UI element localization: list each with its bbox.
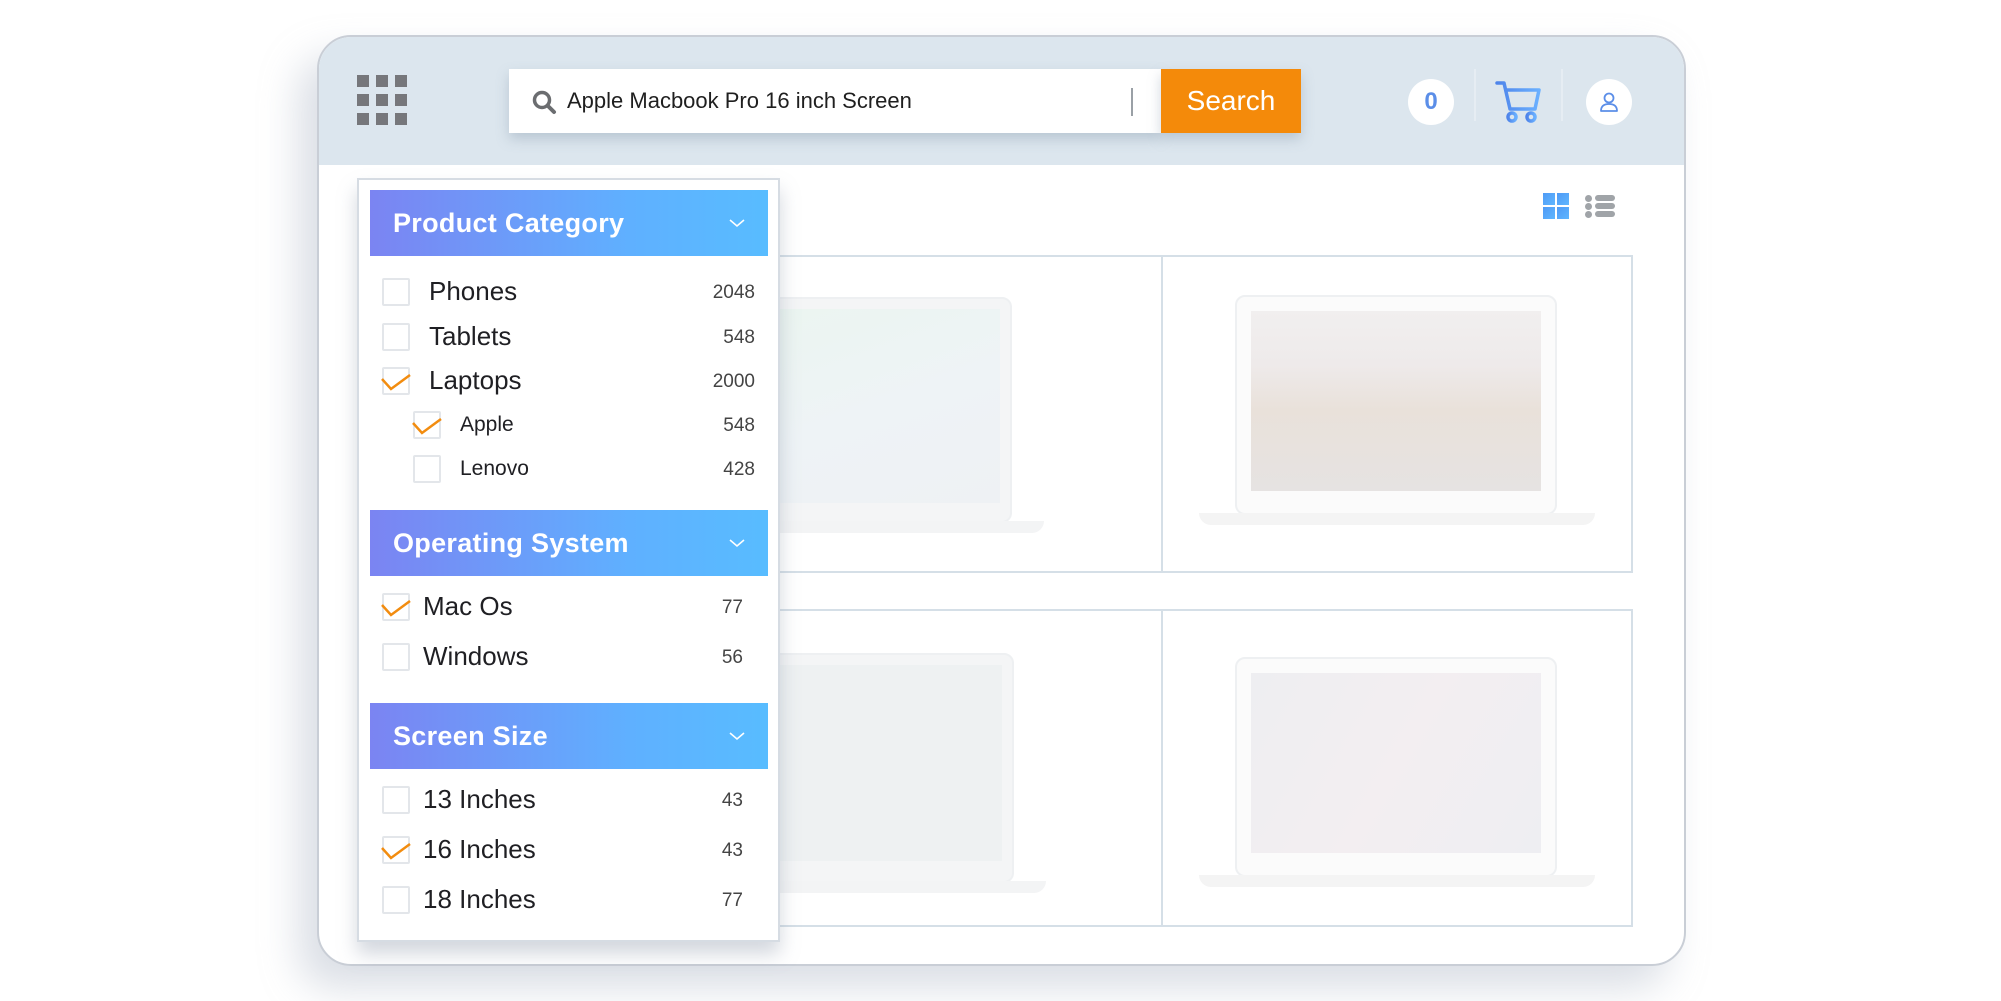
option-label: 18 Inches bbox=[423, 884, 536, 914]
option-count: 548 bbox=[723, 415, 755, 436]
option-count: 56 bbox=[721, 647, 743, 668]
option-label: 13 Inches bbox=[423, 784, 536, 814]
option-label: Apple bbox=[460, 413, 514, 436]
notification-count-badge[interactable]: 0 bbox=[1408, 79, 1454, 125]
filter-option-windows[interactable]: Windows 56 bbox=[359, 637, 782, 677]
product-image bbox=[734, 611, 1202, 925]
option-count: 77 bbox=[721, 597, 743, 618]
checkmark-icon bbox=[381, 842, 411, 860]
search-box bbox=[509, 69, 1161, 133]
product-card[interactable] bbox=[732, 255, 1204, 573]
user-account-button[interactable] bbox=[1586, 79, 1632, 125]
checkbox[interactable] bbox=[382, 323, 410, 351]
checkmark-icon bbox=[412, 417, 442, 435]
search-input[interactable] bbox=[567, 69, 1147, 133]
option-label: Laptops bbox=[429, 365, 522, 395]
filter-title: Operating System bbox=[393, 527, 629, 558]
filter-panel: Product Category Phones 2048 Tablets 548… bbox=[357, 178, 780, 942]
filter-option-lenovo[interactable]: Lenovo 428 bbox=[359, 449, 782, 489]
checkbox[interactable] bbox=[382, 886, 410, 914]
option-count: 428 bbox=[723, 459, 755, 480]
user-icon bbox=[1600, 92, 1618, 112]
product-image bbox=[734, 257, 1202, 571]
option-count: 77 bbox=[721, 890, 743, 911]
product-image bbox=[1163, 257, 1631, 571]
checkbox[interactable] bbox=[382, 786, 410, 814]
search-icon bbox=[532, 90, 556, 114]
filter-title: Screen Size bbox=[393, 720, 548, 751]
grid-view-toggle[interactable] bbox=[1543, 193, 1569, 219]
apps-menu-button[interactable] bbox=[357, 75, 409, 127]
checkbox-checked[interactable] bbox=[412, 411, 442, 439]
filter-option-phones[interactable]: Phones 2048 bbox=[359, 272, 782, 312]
chevron-down-icon bbox=[729, 539, 745, 548]
text-caret bbox=[1131, 88, 1133, 116]
checkbox[interactable] bbox=[413, 455, 441, 483]
option-count: 2048 bbox=[712, 282, 755, 303]
option-count: 43 bbox=[721, 790, 743, 811]
list-view-toggle[interactable] bbox=[1585, 193, 1615, 219]
filter-header-product-category[interactable]: Product Category bbox=[370, 190, 768, 256]
option-label: Phones bbox=[429, 276, 518, 306]
filter-header-operating-system[interactable]: Operating System bbox=[370, 510, 768, 576]
checkmark-icon bbox=[381, 599, 411, 617]
divider bbox=[1561, 69, 1563, 121]
option-label: Windows bbox=[423, 641, 529, 671]
option-label: Mac Os bbox=[423, 591, 513, 621]
filter-option-tablets[interactable]: Tablets 548 bbox=[359, 317, 782, 357]
product-image bbox=[1163, 611, 1631, 925]
product-card[interactable] bbox=[732, 609, 1204, 927]
divider bbox=[1474, 69, 1476, 121]
checkbox-checked[interactable] bbox=[381, 836, 411, 864]
checkmark-icon bbox=[381, 373, 411, 391]
checkbox[interactable] bbox=[382, 278, 410, 306]
product-card[interactable] bbox=[1161, 255, 1633, 573]
filter-option-13-inches[interactable]: 13 Inches 43 bbox=[359, 780, 782, 820]
filter-title: Product Category bbox=[393, 207, 625, 238]
filter-option-laptops[interactable]: Laptops 2000 bbox=[359, 361, 782, 401]
checkbox[interactable] bbox=[382, 643, 410, 671]
top-bar: Search 0 bbox=[319, 37, 1684, 165]
option-count: 43 bbox=[721, 840, 743, 861]
product-card[interactable] bbox=[1161, 609, 1633, 927]
option-count: 2000 bbox=[712, 371, 755, 392]
filter-header-screen-size[interactable]: Screen Size bbox=[370, 703, 768, 769]
checkbox-checked[interactable] bbox=[381, 593, 411, 621]
option-count: 548 bbox=[723, 327, 755, 348]
chevron-down-icon bbox=[729, 219, 745, 228]
grid-view-icon bbox=[1543, 193, 1569, 219]
checkbox-checked[interactable] bbox=[381, 367, 411, 395]
filter-option-16-inches[interactable]: 16 Inches 43 bbox=[359, 830, 782, 870]
filter-option-18-inches[interactable]: 18 Inches 77 bbox=[359, 880, 782, 920]
chevron-down-icon bbox=[729, 732, 745, 741]
shopping-cart-icon[interactable] bbox=[1495, 79, 1543, 123]
option-label: 16 Inches bbox=[423, 834, 536, 864]
option-label: Tablets bbox=[429, 321, 512, 351]
filter-option-apple[interactable]: Apple 548 bbox=[359, 405, 782, 445]
filter-option-mac-os[interactable]: Mac Os 77 bbox=[359, 587, 782, 627]
search-button[interactable]: Search bbox=[1161, 69, 1301, 133]
option-label: Lenovo bbox=[460, 457, 529, 480]
